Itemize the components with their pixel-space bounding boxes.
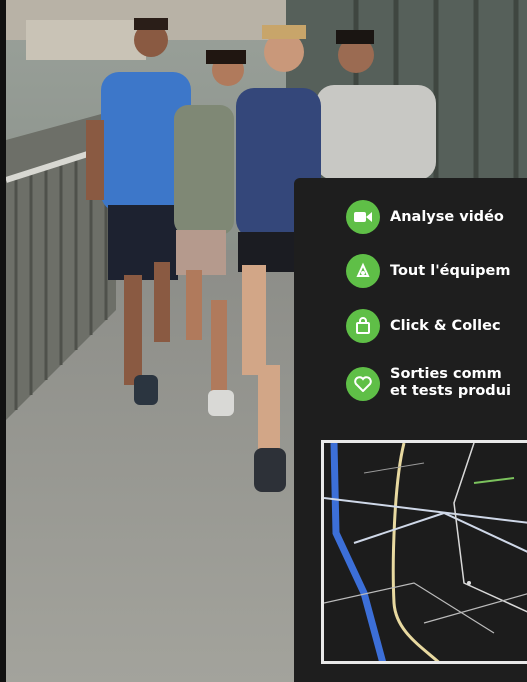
promo-page: Analyse vidéo Tout l'équipem Click & Col… [0, 0, 527, 682]
equipment-icon [346, 254, 380, 288]
feature-equipment: Tout l'équipem [390, 263, 511, 279]
shopping-bag-icon [346, 309, 380, 343]
heart-icon [346, 367, 380, 401]
feature-click-collect: Click & Collec [390, 318, 501, 334]
feature-outings-line2: et tests produi [390, 383, 511, 399]
feature-outings-line1: Sorties comm [390, 366, 502, 382]
store-map[interactable] [321, 440, 527, 664]
feature-video-analysis: Analyse vidéo [390, 209, 504, 225]
video-camera-icon [346, 200, 380, 234]
feature-outings: Sorties comm et tests produi [390, 366, 511, 400]
